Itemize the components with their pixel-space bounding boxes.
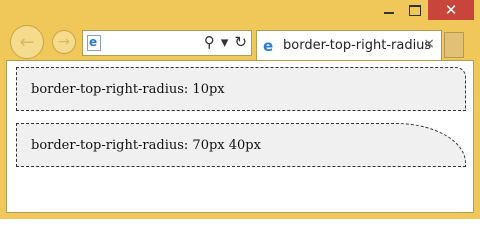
demo-box-radius-70px-40px: border-top-right-radius: 70px 40px — [16, 123, 466, 167]
address-bar[interactable]: e ⚲ ▾ ↻ — [82, 30, 252, 56]
ie-tab-icon: e — [263, 37, 274, 55]
tab-close-icon[interactable]: × — [423, 36, 435, 52]
close-window-button[interactable]: ✕ — [428, 0, 474, 20]
maximize-icon — [409, 4, 421, 16]
ie-logo-icon: e — [89, 35, 98, 49]
search-icon[interactable]: ⚲ — [204, 33, 215, 51]
page-content: border-top-right-radius: 10px border-top… — [6, 60, 474, 213]
refresh-icon[interactable]: ↻ — [234, 33, 247, 51]
tab-active[interactable]: e border-top-right-radius × — [256, 30, 442, 60]
new-tab-button[interactable] — [444, 32, 464, 58]
demo-box-label: border-top-right-radius: 70px 40px — [31, 137, 261, 153]
navigation-bar: ← → e ⚲ ▾ ↻ e border-top-right-radius × — [0, 25, 480, 60]
minimize-button[interactable] — [376, 0, 402, 20]
maximize-button[interactable] — [402, 0, 428, 20]
back-arrow-icon: ← — [19, 31, 35, 53]
window-controls: ✕ — [376, 0, 474, 22]
minimize-icon — [384, 12, 394, 14]
tab-title: border-top-right-radius — [283, 38, 432, 53]
back-button[interactable]: ← — [10, 25, 44, 59]
page-icon: e — [87, 35, 101, 51]
forward-arrow-icon: → — [58, 34, 70, 50]
close-icon: ✕ — [444, 0, 458, 19]
address-tools: ⚲ ▾ ↻ — [204, 33, 247, 51]
demo-box-label: border-top-right-radius: 10px — [31, 81, 225, 97]
demo-box-radius-10px: border-top-right-radius: 10px — [16, 67, 466, 111]
forward-button[interactable]: → — [52, 30, 76, 54]
dropdown-icon[interactable]: ▾ — [221, 33, 229, 51]
browser-window: ✕ ← → e ⚲ ▾ ↻ e border-top-right-radius … — [0, 0, 480, 219]
